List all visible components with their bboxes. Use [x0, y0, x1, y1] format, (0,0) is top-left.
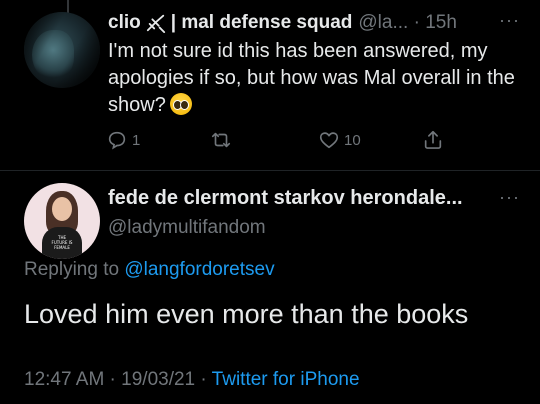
- like-button[interactable]: 10: [318, 128, 361, 152]
- pleading-face-emoji-icon: [169, 93, 192, 115]
- share-button[interactable]: [422, 128, 444, 152]
- replying-to-line: Replying to @langfordoretsev: [24, 259, 275, 281]
- reply-timestamp[interactable]: · 15h: [408, 12, 457, 34]
- reply-button[interactable]: 1: [106, 128, 140, 152]
- main-tweet-text: Loved him even more than the books: [24, 299, 469, 329]
- comment-icon: [108, 131, 126, 150]
- avatar-hood-shadow: [24, 12, 100, 88]
- reply-action-bar: 1 10: [106, 128, 446, 152]
- avatar-face: [52, 197, 72, 221]
- replying-to-mention-link[interactable]: @langfordoretsev: [124, 259, 274, 280]
- reply-more-options-icon[interactable]: ···: [499, 10, 520, 31]
- retweet-icon: [211, 132, 231, 148]
- tweet-source-link[interactable]: Twitter for iPhone: [212, 369, 360, 390]
- tweet-metadata: 12:47 AM · 19/03/21 · Twitter for iPhone: [24, 369, 360, 391]
- reply-tweet-header: clio | mal defense squad @la... · 15h: [108, 10, 457, 36]
- replying-prefix: Replying to: [24, 259, 120, 280]
- reply-tweet[interactable]: clio | mal defense squad @la... · 15h ··…: [0, 0, 540, 170]
- reply-tweet-text: I'm not sure id this has been answered, …: [108, 38, 526, 119]
- heart-icon: [319, 132, 339, 149]
- reply-display-name-suffix: | mal defense squad: [170, 12, 353, 33]
- main-tweet: THE FUTURE IS FEMALE fede de clermont st…: [0, 171, 540, 404]
- like-count: 10: [344, 131, 361, 149]
- reply-handle[interactable]: @la...: [358, 12, 408, 34]
- reply-count: 1: [132, 131, 141, 149]
- avatar-shirt-text: THE FUTURE IS FEMALE: [51, 235, 73, 250]
- tweet-timestamp[interactable]: 12:47 AM · 19/03/21 ·: [24, 369, 207, 390]
- main-more-options-icon[interactable]: ···: [499, 187, 520, 208]
- share-icon: [424, 130, 442, 149]
- reply-display-name[interactable]: clio: [108, 12, 141, 34]
- sword-glyph-icon: [146, 14, 165, 33]
- main-display-name[interactable]: fede de clermont starkov herondale...: [108, 187, 463, 210]
- avatar-ladymultifandom[interactable]: THE FUTURE IS FEMALE: [24, 183, 100, 259]
- main-handle[interactable]: @ladymultifandom: [108, 217, 266, 239]
- avatar-clio[interactable]: [24, 12, 100, 88]
- retweet-button[interactable]: [210, 128, 236, 152]
